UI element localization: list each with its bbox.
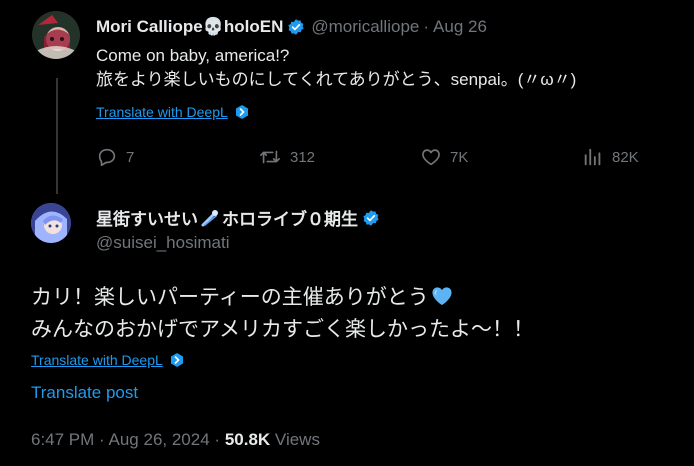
tweet1-text-line2: 旅をより楽しいものにしてくれてありがとう、senpai。(〃ω〃) [96, 70, 577, 89]
tweet2-display-name[interactable]: 星街すいせい ホロライブ０期生 [96, 205, 380, 230]
translate-deepl-label: Translate with DeepL [96, 104, 228, 120]
tweet1-body: Come on baby, america!? 旅をより楽しいものにしてくれてあ… [96, 44, 576, 92]
views-count: 82K [612, 148, 639, 166]
blue-heart-emoji [431, 284, 453, 306]
translate-deepl-label: Translate with DeepL [31, 352, 163, 368]
views-icon [582, 146, 604, 168]
tweet2-text-line2: みんなのおかげでアメリカすごく楽しかったよ〜！！ [31, 318, 534, 341]
like-count: 7K [450, 148, 469, 166]
like-button[interactable]: 7K [420, 145, 468, 169]
conversation-view: Mori Calliope💀holoEN @moricalliope · Aug… [0, 0, 694, 466]
tweet2-handle[interactable]: @suisei_hosimati [96, 233, 229, 253]
thread-connector-line [56, 78, 58, 194]
reply-count: 7 [126, 148, 135, 166]
tweet1-header: Mori Calliope💀holoEN @moricalliope · Aug… [96, 16, 487, 38]
deepl-icon [234, 104, 250, 120]
avatar-moricalliope[interactable] [32, 11, 80, 59]
tweet2-metadata: 6:47 PM · Aug 26, 2024 · 50.8K Views [31, 430, 320, 450]
tweet2-views-label: Views [274, 430, 320, 449]
tweet2-name-part2: ホロライブ０期生 [222, 210, 358, 229]
repost-icon [258, 146, 282, 168]
tweet1-translate-deepl-link[interactable]: Translate with DeepL [96, 104, 250, 120]
translate-post-link[interactable]: Translate post [31, 383, 138, 403]
views-button[interactable]: 82K [582, 145, 639, 169]
tweet2-text-line1: カリ！楽しいパーティーの主催ありがとう [31, 286, 429, 309]
verified-badge-icon [287, 18, 305, 36]
tweet1-handle[interactable]: @moricalliope [311, 17, 419, 37]
tweet2-translate-deepl-link[interactable]: Translate with DeepL [31, 352, 185, 368]
tweet2-text-line1-row: カリ！楽しいパーティーの主催ありがとう [31, 282, 534, 314]
reply-button[interactable]: 7 [96, 145, 134, 169]
tweet2-body: カリ！楽しいパーティーの主催ありがとう みんなのおかげでアメリカすごく楽しかった… [31, 282, 534, 346]
tweet2-views-count: 50.8K [224, 430, 271, 449]
separator-dot: · [99, 430, 105, 449]
reply-icon [96, 146, 118, 168]
tweet1-date[interactable]: Aug 26 [433, 17, 487, 37]
tweet2-date[interactable]: Aug 26, 2024 [109, 430, 210, 449]
repost-count: 312 [290, 148, 316, 166]
deepl-icon [169, 352, 185, 368]
tweet2-time[interactable]: 6:47 PM [31, 430, 94, 449]
repost-button[interactable]: 312 [258, 145, 315, 169]
avatar-suisei[interactable] [31, 203, 71, 243]
comet-icon [200, 208, 220, 228]
tweet1-display-name[interactable]: Mori Calliope💀holoEN [96, 17, 283, 37]
tweet2-name-part1: 星街すいせい [96, 210, 198, 229]
separator-dot: · [214, 430, 221, 449]
verified-badge-icon [362, 209, 380, 227]
tweet1-text-line1: Come on baby, america!? [96, 46, 290, 65]
like-icon [420, 146, 442, 168]
separator-dot: · [423, 17, 430, 36]
